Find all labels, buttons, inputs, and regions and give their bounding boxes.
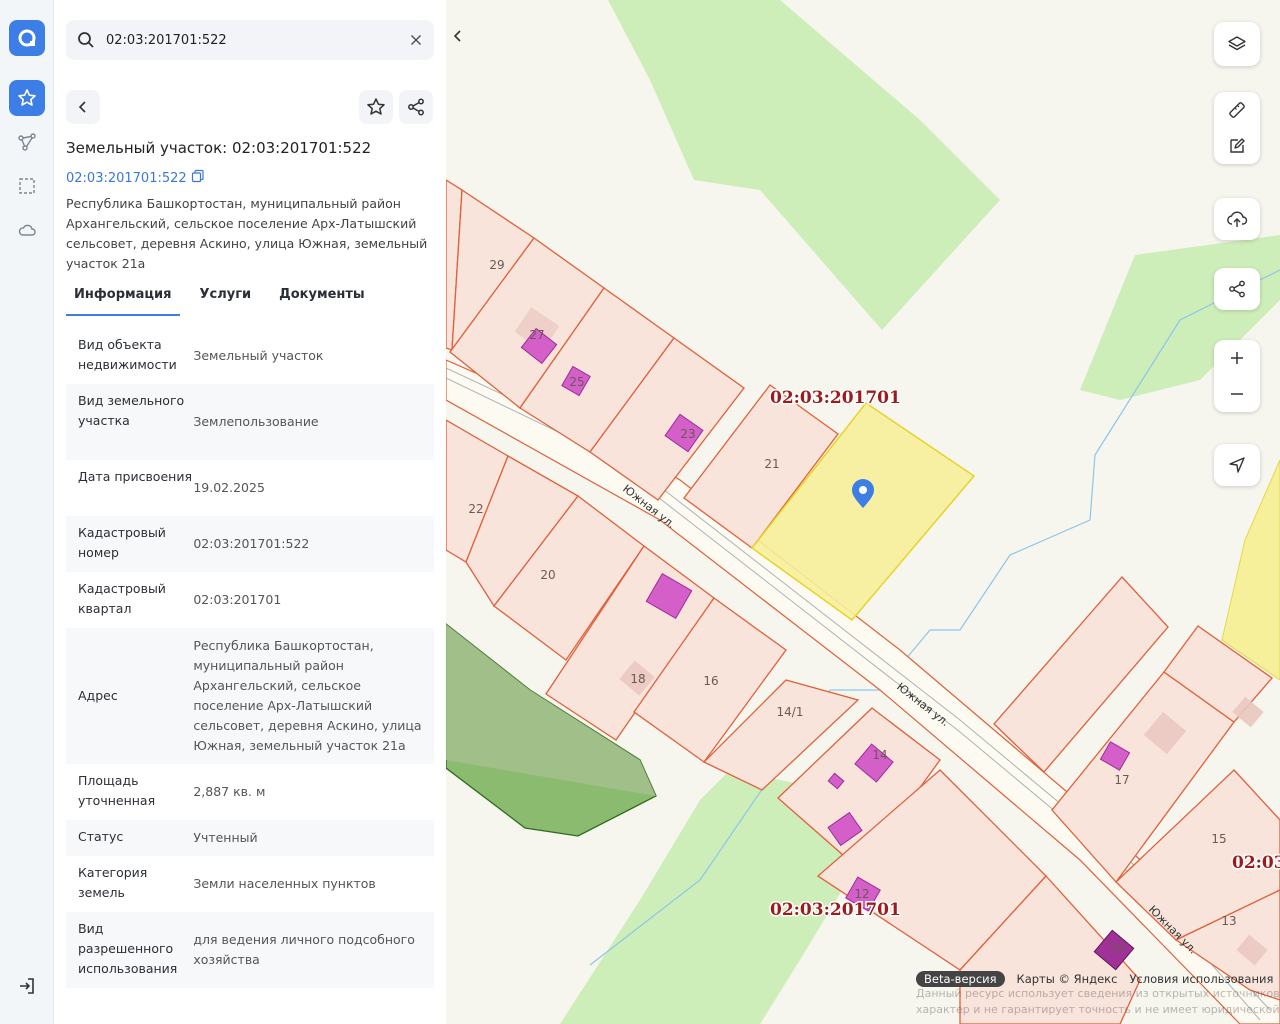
cloud-icon[interactable] [9,212,45,248]
tab-bar: Информация Услуги Документы [66,278,434,316]
layers-control [1214,22,1260,66]
measure-tools [1214,92,1260,164]
parcel-label: 29 [489,258,504,272]
maps-credit[interactable]: Карты © Яндекс [1017,972,1118,986]
info-row: Категория земель Земли населенных пункто… [66,856,434,912]
clear-search-icon[interactable] [406,30,426,54]
info-panel: Земельный участок: 02:03:201701:522 02:0… [54,0,446,1024]
collapse-panel-icon[interactable] [446,24,470,48]
zoom-out-icon[interactable] [1214,376,1260,412]
info-key: Вид объекта недвижимости [78,337,177,372]
copy-icon[interactable] [191,169,205,187]
info-key: Вид земельного участка [78,393,185,428]
parcel-label: 25 [569,375,584,389]
cadastral-map[interactable]: 29 27 25 23 21 22 20 18 16 14/1 14 12 17… [446,0,1280,1024]
upload-cloud-icon[interactable] [1214,198,1260,240]
parcel-label: 20 [540,568,555,582]
page-title: Земельный участок: 02:03:201701:522 [66,139,372,157]
cadastral-number-text: 02:03:201701:522 [66,170,187,186]
parcel-label: 23 [680,427,695,441]
info-value: Земли населенных пунктов [193,876,376,891]
info-value: Землепользование [193,414,319,429]
info-row: Вид разрешенного использования для веден… [66,912,434,988]
info-row: Кадастровый квартал 02:03:201701 [66,572,434,628]
info-value: 2,887 кв. м [193,784,266,799]
info-value: 19.02.2025 [193,480,265,495]
meadow-area [608,0,1000,330]
select-area-icon[interactable] [9,168,45,204]
app-root: Земельный участок: 02:03:201701:522 02:0… [0,0,1280,1024]
map-attribution: Beta-версия Карты © Яндекс Условия испол… [916,970,1273,988]
parcel-label: 14/1 [777,705,804,719]
share-button[interactable] [399,90,433,124]
parcel-label: 17 [1114,773,1129,787]
left-rail [0,0,54,1024]
map-disclaimer: Данный ресурс использует сведения из отк… [916,987,1280,1016]
parcel-label: 12 [854,887,869,901]
route-icon[interactable] [9,124,45,160]
navigation-arrow-icon[interactable] [1214,444,1260,486]
map-canvas[interactable]: 29 27 25 23 21 22 20 18 16 14/1 14 12 17… [446,0,1280,1024]
tab-documents[interactable]: Документы [271,278,373,316]
info-key: Кадастровый квартал [78,581,166,616]
ruler-icon[interactable] [1214,92,1260,128]
tab-services[interactable]: Услуги [192,278,260,316]
zoom-in-icon[interactable] [1214,340,1260,376]
info-key: Адрес [78,688,118,703]
search-box [66,20,434,60]
search-input[interactable] [106,20,396,60]
info-row: Вид объекта недвижимости Земельный участ… [66,328,434,384]
address-text: Республика Башкортостан, муниципальный р… [66,196,428,271]
info-row: Адрес Республика Башкортостан, муниципал… [66,628,434,764]
info-value: Учтенный [193,830,258,845]
parcel-label: 10 [1109,941,1124,955]
quarter-label: 02:03 [1232,853,1280,873]
info-value: 02:03:201701:522 [193,536,310,551]
layers-icon[interactable] [1214,22,1260,66]
favorite-star-button[interactable] [359,90,393,124]
info-row: Дата присвоения 19.02.2025 [66,460,434,516]
quarter-label: 02:03:201701 [770,900,901,920]
info-value: Земельный участок [193,348,324,363]
info-row: Вид земельного участка Землепользование [66,384,434,460]
info-key: Категория земель [78,865,148,900]
info-value: 02:03:201701 [193,592,282,607]
info-key: Дата присвоения [78,469,192,484]
parcel-label: 18 [630,672,645,686]
parcel-label: 16 [703,674,718,688]
info-key: Кадастровый номер [78,525,166,560]
parcel-label: 14 [872,748,887,762]
edit-icon[interactable] [1214,128,1260,164]
map-share-control [1214,268,1260,310]
info-key: Вид разрешенного использования [78,921,178,976]
zoom-control [1214,340,1260,412]
app-logo-icon[interactable] [9,20,45,56]
terms-link[interactable]: Условия использования [1129,972,1273,986]
parcel-label: 13 [1221,914,1236,928]
favorites-icon[interactable] [9,80,45,116]
info-row: Статус Учтенный [66,820,434,856]
info-value: для ведения личного подсобного хозяйства [193,932,415,967]
geolocation-control [1214,444,1260,486]
info-value: Республика Башкортостан, муниципальный р… [193,638,422,753]
search-icon [76,30,96,54]
share-icon[interactable] [1214,268,1260,310]
cadastral-number-link[interactable]: 02:03:201701:522 [66,169,205,187]
parcel-label: 27 [529,328,544,342]
beta-badge: Beta-версия [916,971,1005,987]
quarter-label: 02:03:201701 [770,388,901,408]
info-row: Площадь уточненная 2,887 кв. м [66,764,434,820]
parcel-label: 15 [1211,832,1226,846]
neighbour-parcel [1221,459,1280,681]
upload-control [1214,198,1260,240]
logout-icon[interactable] [9,968,45,1004]
info-key: Статус [78,829,124,844]
parcel-label: 22 [468,502,483,516]
back-button[interactable] [66,90,100,124]
tab-information[interactable]: Информация [66,278,180,316]
info-key: Площадь уточненная [78,773,156,808]
parcel-label: 21 [764,457,779,471]
info-row: Кадастровый номер 02:03:201701:522 [66,516,434,572]
info-table: Вид объекта недвижимости Земельный участ… [66,328,434,988]
